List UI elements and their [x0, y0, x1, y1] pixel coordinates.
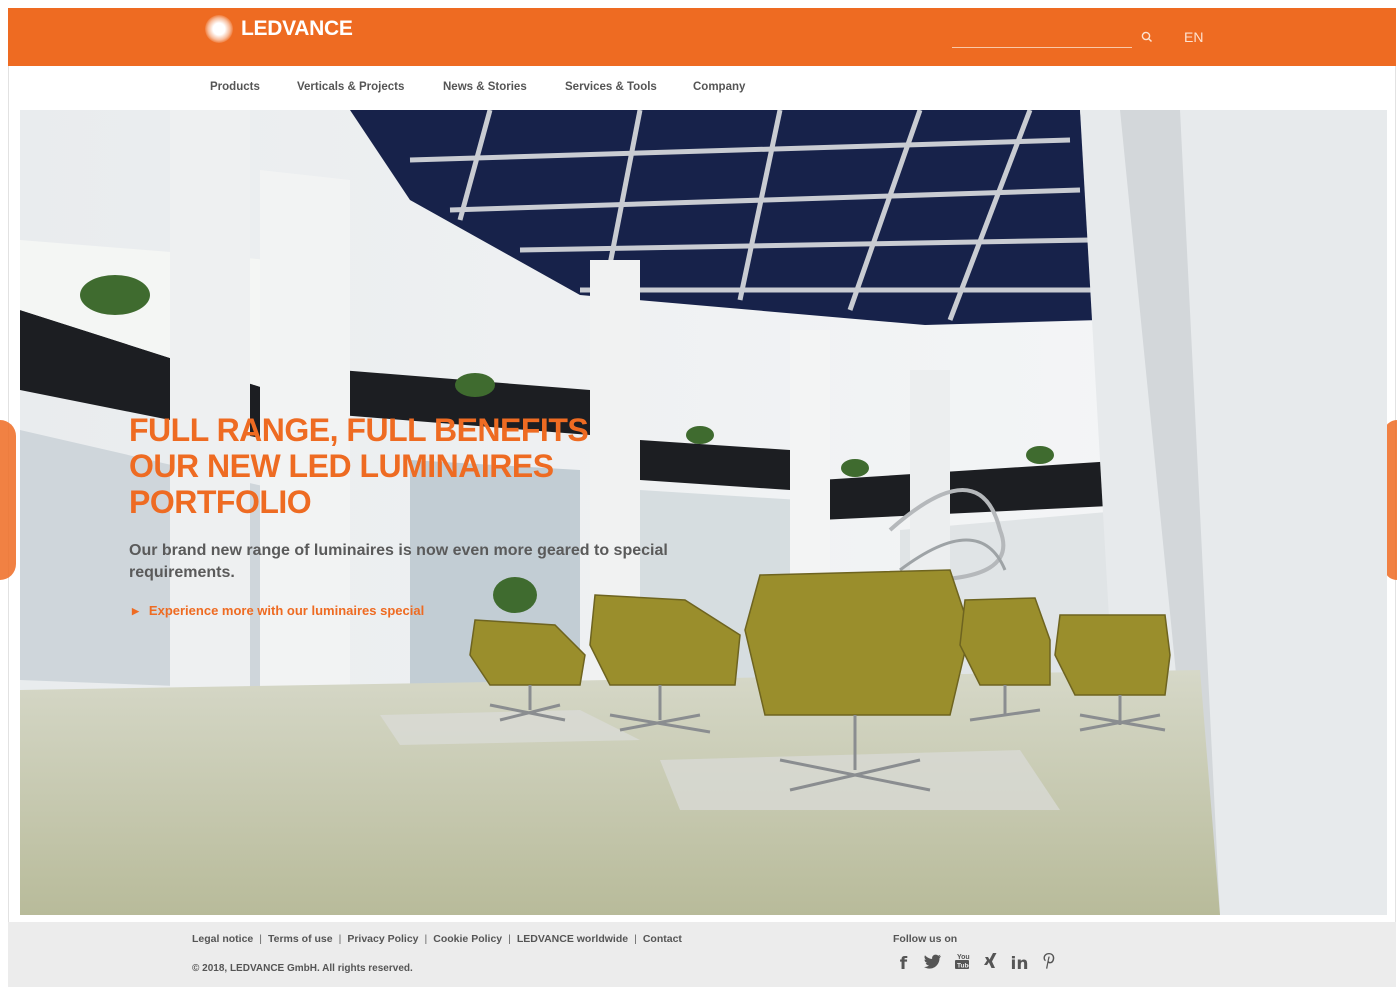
hero-headline-line-2: OUR NEW LED LUMINAIRES [129, 448, 554, 484]
footer-link-contact[interactable]: Contact [643, 933, 682, 945]
footer-link-terms-of-use[interactable]: Terms of use [268, 933, 333, 945]
separator: | [338, 933, 342, 945]
logo-text: LEDVANCE [241, 17, 353, 40]
facebook-icon[interactable]: f [893, 954, 914, 974]
hero-headline-line-1: FULL RANGE, FULL BENEFITS [129, 412, 589, 448]
nav-item-products[interactable]: Products [210, 81, 260, 93]
footer-link-legal-notice[interactable]: Legal notice [192, 933, 253, 945]
hero-cta-link[interactable]: ▶ Experience more with our luminaires spe… [132, 603, 424, 618]
footer-link-cookie-policy[interactable]: Cookie Policy [433, 933, 502, 945]
ledvance-logo[interactable]: LEDVANCE [205, 12, 353, 46]
hero-headline-line-3: PORTFOLIO [129, 484, 312, 520]
logo-light-icon [205, 15, 233, 43]
footer-link-ledvance-worldwide[interactable]: LEDVANCE worldwide [517, 933, 628, 945]
separator: | [634, 933, 637, 945]
nav-item-verticals-projects[interactable]: Verticals & Projects [297, 81, 404, 93]
separator: | [259, 933, 262, 945]
hero-cta-label: Experience more with our luminaires spec… [148, 603, 425, 618]
carousel-prev-arrow[interactable] [0, 420, 16, 580]
copyright-text: © 2018, LEDVANCE GmbH. All rights reserv… [192, 963, 413, 974]
social-links: f You Tube in [893, 952, 1059, 975]
hero-headline: FULL RANGE, FULL BENEFITS OUR NEW LED LU… [129, 412, 689, 520]
nav-item-services-tools[interactable]: Services & Tools [565, 81, 657, 93]
nav-item-news-stories[interactable]: News & Stories [443, 81, 527, 93]
footer-links: Legal notice | Terms of use | Privacy Policy… [192, 933, 682, 945]
separator: | [508, 933, 511, 945]
xing-icon[interactable] [980, 952, 1001, 975]
svg-text:Tube: Tube [957, 963, 970, 970]
twitter-icon[interactable] [922, 954, 943, 974]
youtube-icon[interactable]: You Tube [951, 952, 972, 975]
search-underline [952, 47, 1132, 48]
follow-us-label: Follow us on [893, 933, 958, 945]
search-input[interactable] [952, 28, 1136, 48]
linkedin-icon[interactable]: in [1009, 954, 1030, 974]
hero-description: Our brand new range of luminaires is now… [129, 542, 668, 581]
search-icon[interactable] [1140, 30, 1154, 44]
svg-text:You: You [957, 954, 970, 961]
nav-item-company[interactable]: Company [693, 81, 745, 93]
triangle-right-icon: ▶ [132, 606, 139, 616]
language-selector[interactable]: EN [1184, 29, 1203, 45]
pinterest-icon[interactable] [1038, 952, 1059, 975]
footer-link-privacy-policy[interactable]: Privacy Policy [347, 933, 418, 945]
separator: | [424, 933, 428, 945]
footer [8, 922, 1396, 987]
